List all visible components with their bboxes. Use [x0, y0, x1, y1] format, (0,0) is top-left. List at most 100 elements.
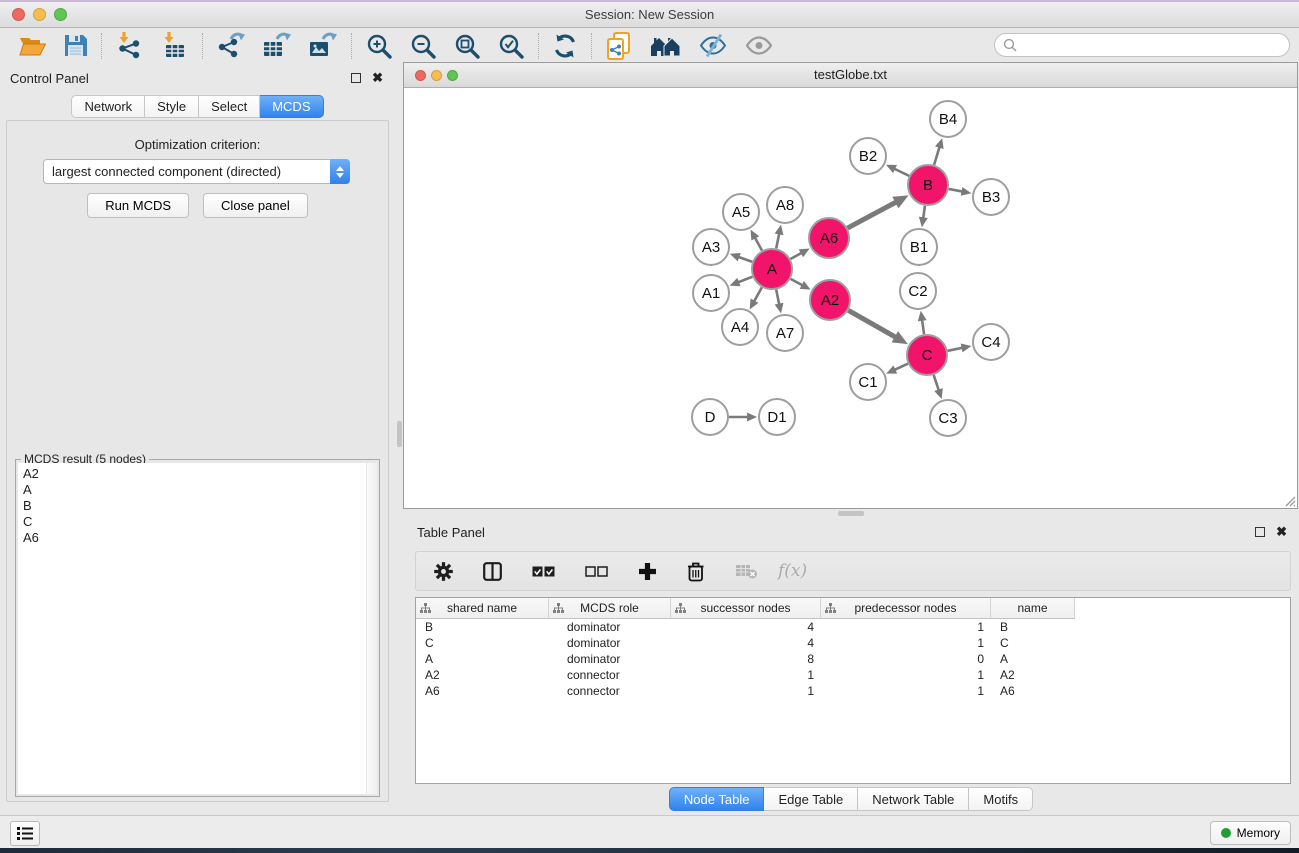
graph-node-B[interactable]: B: [908, 165, 948, 205]
optimization-criterion-select[interactable]: largest connected component (directed): [43, 159, 350, 184]
table-cell[interactable]: dominator: [549, 652, 671, 666]
export-network-icon[interactable]: [208, 30, 254, 62]
tab-edge-table[interactable]: Edge Table: [764, 787, 858, 811]
graph-node-C2[interactable]: C2: [900, 273, 936, 309]
column-header-successor-nodes[interactable]: successor nodes: [671, 598, 821, 619]
graph-edge-A-A7[interactable]: [775, 290, 784, 314]
graph-node-A2[interactable]: A2: [810, 280, 850, 320]
open-file-icon[interactable]: [10, 30, 55, 62]
table-cell[interactable]: 1: [821, 668, 991, 682]
table-row[interactable]: A2connector11A2: [416, 667, 1290, 683]
close-panel-icon[interactable]: ✖: [372, 73, 383, 83]
graph-node-C4[interactable]: C4: [973, 324, 1009, 360]
graph-edge-A2-C[interactable]: [848, 310, 908, 344]
float-panel-icon[interactable]: [1255, 527, 1265, 537]
table-cell[interactable]: connector: [549, 684, 671, 698]
graph-node-A6[interactable]: A6: [809, 218, 849, 258]
mcds-result-item[interactable]: A2: [23, 466, 377, 482]
graph-edge-A-A4[interactable]: [750, 287, 762, 309]
graph-edge-B-B1[interactable]: [919, 206, 928, 227]
table-cell[interactable]: 8: [671, 652, 821, 666]
graph-node-A4[interactable]: A4: [722, 309, 758, 345]
graph-edge-A-A1[interactable]: [730, 277, 753, 287]
table-cell[interactable]: A2: [991, 668, 1075, 682]
table-cell[interactable]: A2: [416, 668, 549, 682]
split-columns-icon[interactable]: [473, 555, 512, 587]
graph-node-A[interactable]: A: [752, 249, 792, 289]
add-column-icon[interactable]: [628, 555, 667, 587]
mcds-result-item[interactable]: C: [23, 514, 377, 530]
graph-edge-B-B4[interactable]: [934, 138, 944, 165]
table-cell[interactable]: connector: [549, 668, 671, 682]
zoom-out-icon[interactable]: [401, 30, 445, 62]
graph-edge-A-A2[interactable]: [791, 279, 811, 290]
delete-table-icon[interactable]: [725, 555, 768, 587]
zoom-selected-icon[interactable]: [489, 30, 533, 62]
network-close-button[interactable]: [415, 70, 426, 81]
table-row[interactable]: Cdominator41C: [416, 635, 1290, 651]
graph-edge-B-B3[interactable]: [949, 187, 972, 196]
column-header-predecessor-nodes[interactable]: predecessor nodes: [821, 598, 991, 619]
graph-edge-A-A3[interactable]: [730, 253, 752, 262]
import-network-icon[interactable]: [107, 30, 152, 62]
resize-grip[interactable]: [1282, 493, 1296, 507]
close-panel-icon[interactable]: ✖: [1276, 527, 1287, 537]
close-panel-button[interactable]: Close panel: [203, 193, 308, 218]
graph-edge-C-C4[interactable]: [948, 344, 972, 353]
table-cell[interactable]: dominator: [549, 620, 671, 634]
table-row[interactable]: Adominator80A: [416, 651, 1290, 667]
graph-node-B1[interactable]: B1: [901, 229, 937, 265]
search-input[interactable]: [1017, 38, 1281, 52]
graph-node-D[interactable]: D: [692, 399, 728, 435]
table-cell[interactable]: A6: [416, 684, 549, 698]
deselect-all-icon[interactable]: [575, 555, 618, 587]
select-all-icon[interactable]: [522, 555, 565, 587]
graph-node-B2[interactable]: B2: [850, 138, 886, 174]
new-network-from-selection-icon[interactable]: [597, 30, 641, 62]
table-cell[interactable]: A6: [991, 684, 1075, 698]
zoom-in-icon[interactable]: [357, 30, 401, 62]
graph-edge-B-B2[interactable]: [886, 165, 909, 176]
tab-select[interactable]: Select: [199, 95, 260, 118]
table-cell[interactable]: 0: [821, 652, 991, 666]
function-builder-icon[interactable]: f(x): [778, 561, 807, 581]
table-cell[interactable]: dominator: [549, 636, 671, 650]
column-header-shared-name[interactable]: shared name: [416, 598, 549, 619]
delete-column-icon[interactable]: [677, 555, 715, 587]
save-session-icon[interactable]: [55, 30, 96, 62]
graph-node-B3[interactable]: B3: [973, 179, 1009, 215]
graph-node-C[interactable]: C: [907, 335, 947, 375]
horizontal-splitter-handle[interactable]: [838, 511, 864, 516]
zoom-fit-icon[interactable]: [445, 30, 489, 62]
graph-edge-C-C1[interactable]: [886, 364, 908, 374]
tab-motifs[interactable]: Motifs: [969, 787, 1033, 811]
table-cell[interactable]: A: [416, 652, 549, 666]
graph-node-D1[interactable]: D1: [759, 399, 795, 435]
table-row[interactable]: A6connector11A6: [416, 683, 1290, 699]
mcds-result-item[interactable]: A: [23, 482, 377, 498]
table-cell[interactable]: 1: [821, 684, 991, 698]
export-image-icon[interactable]: [300, 30, 346, 62]
tab-style[interactable]: Style: [145, 95, 199, 118]
table-cell[interactable]: 4: [671, 620, 821, 634]
table-cell[interactable]: B: [991, 620, 1075, 634]
column-header-name[interactable]: name: [991, 598, 1075, 619]
column-header-MCDS-role[interactable]: MCDS role: [549, 598, 671, 619]
table-cell[interactable]: 1: [821, 636, 991, 650]
tab-network-table[interactable]: Network Table: [858, 787, 969, 811]
show-hidden-icon[interactable]: [736, 30, 782, 62]
tab-mcds[interactable]: MCDS: [260, 95, 323, 118]
graph-node-C3[interactable]: C3: [930, 400, 966, 436]
mcds-result-item[interactable]: A6: [23, 530, 377, 546]
table-cell[interactable]: 1: [671, 684, 821, 698]
graph-node-C1[interactable]: C1: [850, 364, 886, 400]
graph-edge-C-C2[interactable]: [918, 311, 927, 334]
gear-icon[interactable]: [424, 555, 463, 587]
graph-node-A3[interactable]: A3: [693, 229, 729, 265]
graph-edge-D-D1[interactable]: [729, 413, 757, 422]
tab-network[interactable]: Network: [71, 95, 145, 118]
graph-edge-A6-B[interactable]: [848, 195, 909, 228]
apply-layout-icon[interactable]: [544, 30, 586, 62]
graph-node-A1[interactable]: A1: [693, 275, 729, 311]
graph-node-A8[interactable]: A8: [767, 187, 803, 223]
